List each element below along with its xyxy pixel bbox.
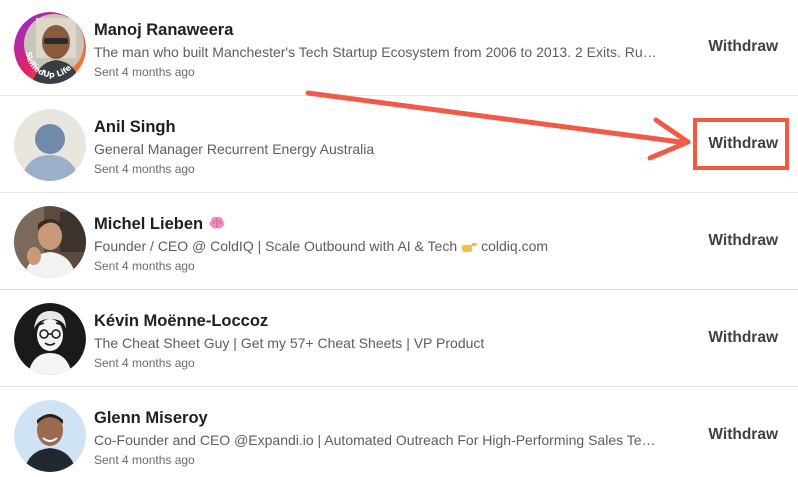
headline-link: coldiq.com <box>481 238 549 254</box>
invitee-headline: Co-Founder and CEO @Expandi.io | Automat… <box>94 432 662 448</box>
invitee-name[interactable]: Glenn Miseroy <box>94 409 208 428</box>
invitation-row: SkilledUp Life Manoj Ranaweera The man w… <box>0 0 798 96</box>
withdraw-button[interactable]: Withdraw <box>708 426 778 444</box>
withdraw-button[interactable]: Withdraw <box>708 329 778 347</box>
avatar[interactable]: SkilledUp Life <box>14 12 86 84</box>
withdraw-button[interactable]: Withdraw <box>708 135 778 153</box>
avatar[interactable] <box>14 206 86 278</box>
sent-time: Sent 4 months ago <box>94 356 195 370</box>
sent-time: Sent 4 months ago <box>94 453 195 467</box>
withdraw-button[interactable]: Withdraw <box>708 232 778 250</box>
invitee-headline: The man who built Manchester's Tech Star… <box>94 44 662 60</box>
pointing-hand-emoji-icon <box>462 243 478 252</box>
headline-text: Founder / CEO @ ColdIQ | Scale Outbound … <box>94 238 458 254</box>
invitee-name[interactable]: Michel Lieben <box>94 215 225 234</box>
brain-emoji-icon <box>209 216 225 229</box>
invitation-row: Kévin Moënne-Loccoz The Cheat Sheet Guy … <box>0 291 798 387</box>
avatar[interactable] <box>14 303 86 375</box>
avatar-image <box>14 400 86 472</box>
sent-time: Sent 4 months ago <box>94 259 195 273</box>
invitee-name[interactable]: Kévin Moënne-Loccoz <box>94 312 268 331</box>
sent-time: Sent 4 months ago <box>94 65 195 79</box>
invitee-name-text: Michel Lieben <box>94 215 204 233</box>
sent-time: Sent 4 months ago <box>94 162 195 176</box>
avatar-image <box>14 206 86 278</box>
invitee-headline: The Cheat Sheet Guy | Get my 57+ Cheat S… <box>94 335 485 351</box>
invitee-name[interactable]: Manoj Ranaweera <box>94 21 233 40</box>
invitation-row: Anil Singh General Manager Recurrent Ene… <box>0 97 798 193</box>
withdraw-button[interactable]: Withdraw <box>708 38 778 56</box>
invitation-row: Glenn Miseroy Co-Founder and CEO @Expand… <box>0 388 798 477</box>
avatar-image <box>14 303 86 375</box>
avatar[interactable] <box>14 109 86 181</box>
avatar-image: SkilledUp Life <box>14 12 86 84</box>
invitee-headline: General Manager Recurrent Energy Austral… <box>94 141 375 157</box>
avatar[interactable] <box>14 400 86 472</box>
invitee-name[interactable]: Anil Singh <box>94 118 176 137</box>
default-avatar-icon <box>14 109 86 181</box>
invitee-headline: Founder / CEO @ ColdIQ | Scale Outbound … <box>94 238 662 254</box>
sent-invitations-list: SkilledUp Life Manoj Ranaweera The man w… <box>0 0 798 477</box>
invitation-row: Michel Lieben Founder / CEO @ ColdIQ | S… <box>0 194 798 290</box>
